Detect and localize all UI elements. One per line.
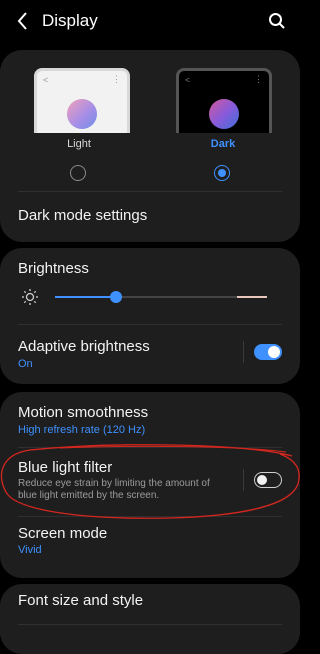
- adaptive-brightness-title[interactable]: Adaptive brightness: [18, 338, 150, 355]
- dark-mode-radio[interactable]: [214, 165, 230, 181]
- dark-mode-settings-item[interactable]: Dark mode settings: [18, 207, 147, 224]
- screen-mode-value: Vivid: [18, 544, 42, 556]
- motion-smoothness-title[interactable]: Motion smoothness: [18, 404, 148, 421]
- brightness-card: Brightness Adaptive brightness On: [0, 248, 300, 384]
- blue-light-filter-toggle[interactable]: [254, 472, 282, 488]
- slider-end-segment: [237, 296, 267, 298]
- vertical-divider: [243, 341, 244, 363]
- screen-mode-title[interactable]: Screen mode: [18, 525, 107, 542]
- brightness-slider-fill: [55, 296, 116, 298]
- brightness-sun-icon: [22, 289, 38, 305]
- divider: [18, 447, 282, 448]
- blue-light-filter-title[interactable]: Blue light filter: [18, 459, 112, 476]
- divider: [18, 191, 282, 192]
- vertical-divider: [243, 469, 244, 491]
- brightness-slider[interactable]: [55, 291, 267, 303]
- adaptive-brightness-toggle[interactable]: [254, 344, 282, 360]
- light-theme-preview[interactable]: < ⋮: [34, 68, 130, 133]
- divider: [18, 324, 282, 325]
- font-card: Font size and style: [0, 584, 300, 654]
- preview-circle: [67, 99, 97, 129]
- preview-more-icon: ⋮: [112, 74, 121, 84]
- page-title: Display: [42, 11, 98, 30]
- light-mode-label: Light: [67, 138, 91, 150]
- display-options-card: Motion smoothness High refresh rate (120…: [0, 392, 300, 578]
- preview-back-icon: <: [185, 75, 191, 85]
- dark-mode-label: Dark: [210, 138, 236, 150]
- preview-circle: [209, 99, 239, 129]
- preview-back-icon: <: [43, 75, 49, 85]
- blue-light-filter-desc: Reduce eye strain by limiting the amount…: [18, 478, 210, 501]
- font-size-style-item[interactable]: Font size and style: [18, 592, 143, 609]
- adaptive-brightness-status: On: [18, 358, 33, 370]
- divider: [18, 516, 282, 517]
- brightness-title: Brightness: [18, 260, 89, 277]
- toggle-knob: [256, 474, 267, 485]
- motion-smoothness-value: High refresh rate (120 Hz): [18, 424, 146, 436]
- chevron-left-icon[interactable]: [14, 10, 32, 32]
- app-header: Display: [0, 0, 300, 42]
- dark-theme-preview[interactable]: < ⋮: [176, 68, 272, 133]
- brightness-slider-thumb[interactable]: [110, 291, 122, 303]
- light-mode-radio[interactable]: [70, 165, 86, 181]
- search-icon[interactable]: [268, 12, 286, 30]
- toggle-knob: [268, 346, 280, 358]
- divider: [18, 624, 282, 625]
- preview-more-icon: ⋮: [254, 74, 263, 84]
- theme-card: < ⋮ < ⋮ Light Dark Dark mode settings: [0, 50, 300, 242]
